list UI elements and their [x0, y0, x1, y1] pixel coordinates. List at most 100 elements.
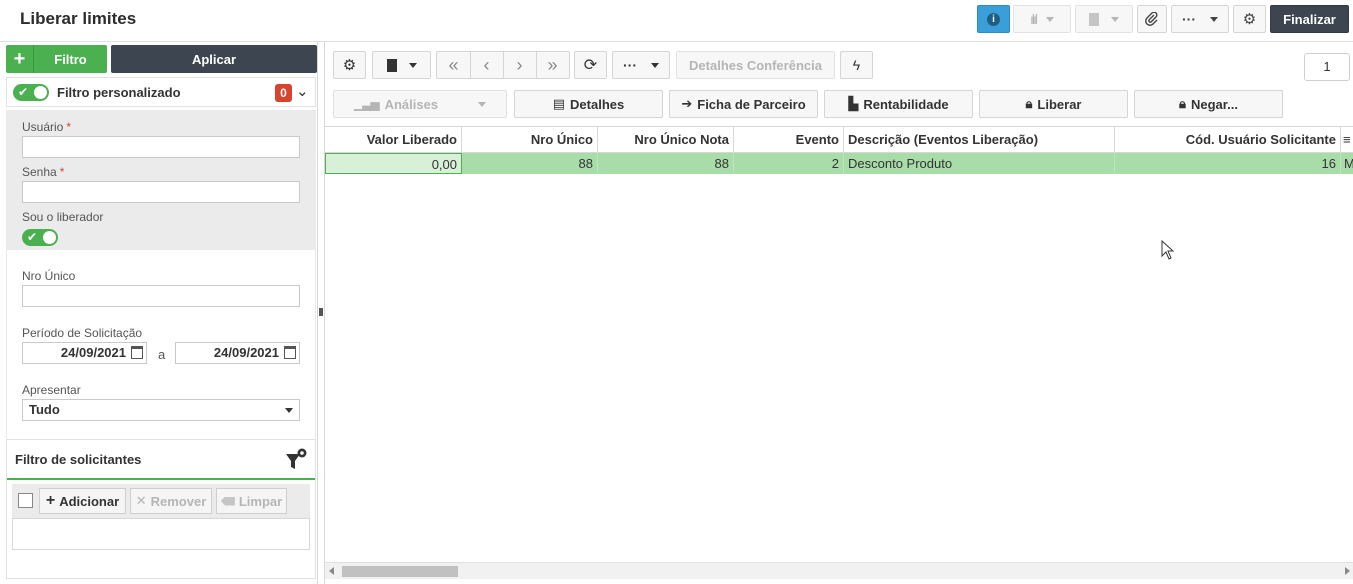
filters-block: Nro Único Período de Solicitação 24/09/2…: [6, 250, 316, 438]
filter-panel: + Filtro Aplicar ✔ Filtro personalizado …: [0, 42, 318, 584]
chevron-down-icon: [1210, 16, 1218, 22]
table-cell[interactable]: 16: [1115, 153, 1341, 174]
grid-settings-button[interactable]: ⚙: [333, 51, 366, 79]
export-button[interactable]: [372, 51, 431, 79]
select-all-checkbox[interactable]: [18, 493, 33, 508]
settings-button[interactable]: ⚙: [1233, 5, 1266, 33]
chevron-down-icon[interactable]: ⌄: [296, 82, 309, 100]
backspace-icon: [220, 496, 235, 506]
custom-filter-row: ✔ Filtro personalizado 0 ⌄: [6, 77, 316, 107]
date-to-input[interactable]: 24/09/2021: [175, 342, 300, 364]
more-actions-button[interactable]: ···: [1171, 5, 1229, 33]
info-button[interactable]: i: [977, 5, 1010, 33]
release-button[interactable]: 🔒︎ Liberar: [979, 90, 1128, 118]
info-icon: i: [987, 12, 1000, 26]
partner-sheet-button[interactable]: ➔ Ficha de Parceiro: [669, 90, 818, 118]
user-label: Usuário *: [22, 120, 72, 134]
column-header[interactable]: Valor Liberado: [325, 127, 462, 153]
next-page-icon[interactable]: ›: [503, 55, 536, 76]
requesters-title: Filtro de solicitantes: [15, 452, 142, 467]
quick-action-button[interactable]: ϟ: [840, 51, 873, 79]
calendar-icon[interactable]: [284, 346, 296, 359]
paperclip-icon: [1145, 12, 1158, 26]
clear-requesters-button[interactable]: Limpar: [216, 488, 287, 514]
plus-icon: +: [45, 492, 56, 509]
nro-unico-input[interactable]: [22, 285, 300, 307]
requesters-list: [12, 518, 310, 550]
table-cell[interactable]: Desconto Produto: [844, 153, 1115, 174]
funnel-settings-icon[interactable]: [285, 448, 307, 472]
conference-details-button[interactable]: Detalhes Conferência: [676, 51, 835, 79]
chevron-down-icon: [1111, 16, 1119, 22]
last-page-icon[interactable]: »: [536, 55, 569, 76]
horizontal-scrollbar[interactable]: [325, 562, 1353, 579]
refresh-button[interactable]: ⟳: [574, 51, 607, 79]
liberator-toggle[interactable]: ✔: [22, 229, 58, 246]
lock-icon: 🔒︎: [1179, 96, 1186, 111]
scroll-right-icon[interactable]: [1345, 567, 1350, 575]
add-requester-button[interactable]: + Adicionar: [39, 488, 126, 514]
table-cell[interactable]: M: [1341, 153, 1353, 174]
add-filter-button[interactable]: + Filtro: [6, 45, 107, 73]
chart-icon: ▙: [848, 96, 859, 111]
previous-page-icon[interactable]: ‹: [470, 55, 503, 76]
chevron-down-icon: [408, 62, 417, 68]
grid-header: Valor Liberado Nro Único Nro Único Nota …: [325, 127, 1353, 153]
finalize-button[interactable]: Finalizar: [1270, 5, 1349, 33]
file-export-icon: [386, 58, 397, 72]
details-button[interactable]: ▤ Detalhes: [514, 90, 663, 118]
date-from-input[interactable]: 24/09/2021: [22, 342, 147, 364]
profitability-button[interactable]: ▙ Rentabilidade: [824, 90, 973, 118]
column-menu-icon[interactable]: ≡: [1341, 127, 1353, 153]
analyses-button[interactable]: ▁▃▅ Análises: [333, 90, 507, 118]
chart-dropdown-button[interactable]: ılıl: [1013, 5, 1071, 33]
calendar-icon[interactable]: [131, 346, 143, 359]
close-icon: ✕: [135, 493, 147, 508]
custom-filter-toggle[interactable]: ✔: [13, 84, 49, 101]
page-header: Liberar limites i ılıl ··· ⚙ Finalizar: [0, 0, 1353, 42]
date-separator: a: [158, 347, 166, 362]
export-dropdown-button[interactable]: [1075, 5, 1133, 33]
column-header[interactable]: Descrição (Eventos Liberação): [844, 127, 1115, 153]
refresh-icon: ⟳: [583, 57, 598, 74]
attachment-button[interactable]: [1137, 5, 1167, 33]
column-header[interactable]: Nro Único Nota: [598, 127, 734, 153]
table-row[interactable]: 0,00 88 88 2 Desconto Produto 16 M: [325, 153, 1353, 174]
table-cell[interactable]: 88: [598, 153, 734, 174]
add-filter-label: Filtro: [54, 51, 87, 67]
table-cell[interactable]: 0,00: [325, 153, 462, 174]
column-header[interactable]: Cód. Usuário Solicitante: [1115, 127, 1341, 153]
scrollbar-thumb[interactable]: [342, 566, 458, 577]
page-number[interactable]: 1: [1304, 53, 1350, 81]
password-label: Senha *: [22, 165, 65, 179]
scroll-left-icon[interactable]: [329, 567, 334, 575]
password-input[interactable]: [22, 181, 300, 203]
lock-icon: 🔒︎: [1025, 96, 1033, 111]
column-header[interactable]: Evento: [734, 127, 844, 153]
filter-count-badge: 0: [275, 84, 292, 102]
first-page-icon[interactable]: «: [437, 55, 470, 76]
list-icon: ▤: [552, 96, 566, 111]
lightning-icon: ϟ: [852, 57, 861, 73]
panel-splitter[interactable]: [319, 308, 323, 316]
grid-more-button[interactable]: ···: [612, 51, 670, 79]
requesters-filter: Filtro de solicitantes + Adicionar ✕ Rem…: [6, 439, 316, 579]
present-label: Apresentar: [22, 383, 81, 397]
pagination-group: « ‹ › »: [436, 51, 570, 79]
present-select[interactable]: Tudo: [22, 399, 300, 421]
gear-icon: ⚙: [342, 57, 357, 74]
gear-icon: ⚙: [1242, 11, 1257, 28]
table-cell[interactable]: 2: [734, 153, 844, 174]
check-icon: ✔: [18, 85, 29, 99]
check-icon: ✔: [27, 230, 38, 244]
deny-button[interactable]: 🔒︎ Negar...: [1134, 90, 1283, 118]
nro-unico-label: Nro Único: [22, 269, 76, 283]
apply-button[interactable]: Aplicar: [111, 45, 317, 73]
column-header[interactable]: Nro Único: [462, 127, 598, 153]
user-input[interactable]: [22, 136, 300, 158]
ellipsis-icon: ···: [1182, 11, 1196, 27]
remove-requester-button[interactable]: ✕ Remover: [130, 488, 212, 514]
mouse-cursor-icon: [1161, 240, 1175, 260]
bar-chart-icon: ılıl: [1030, 11, 1038, 27]
table-cell[interactable]: 88: [462, 153, 598, 174]
